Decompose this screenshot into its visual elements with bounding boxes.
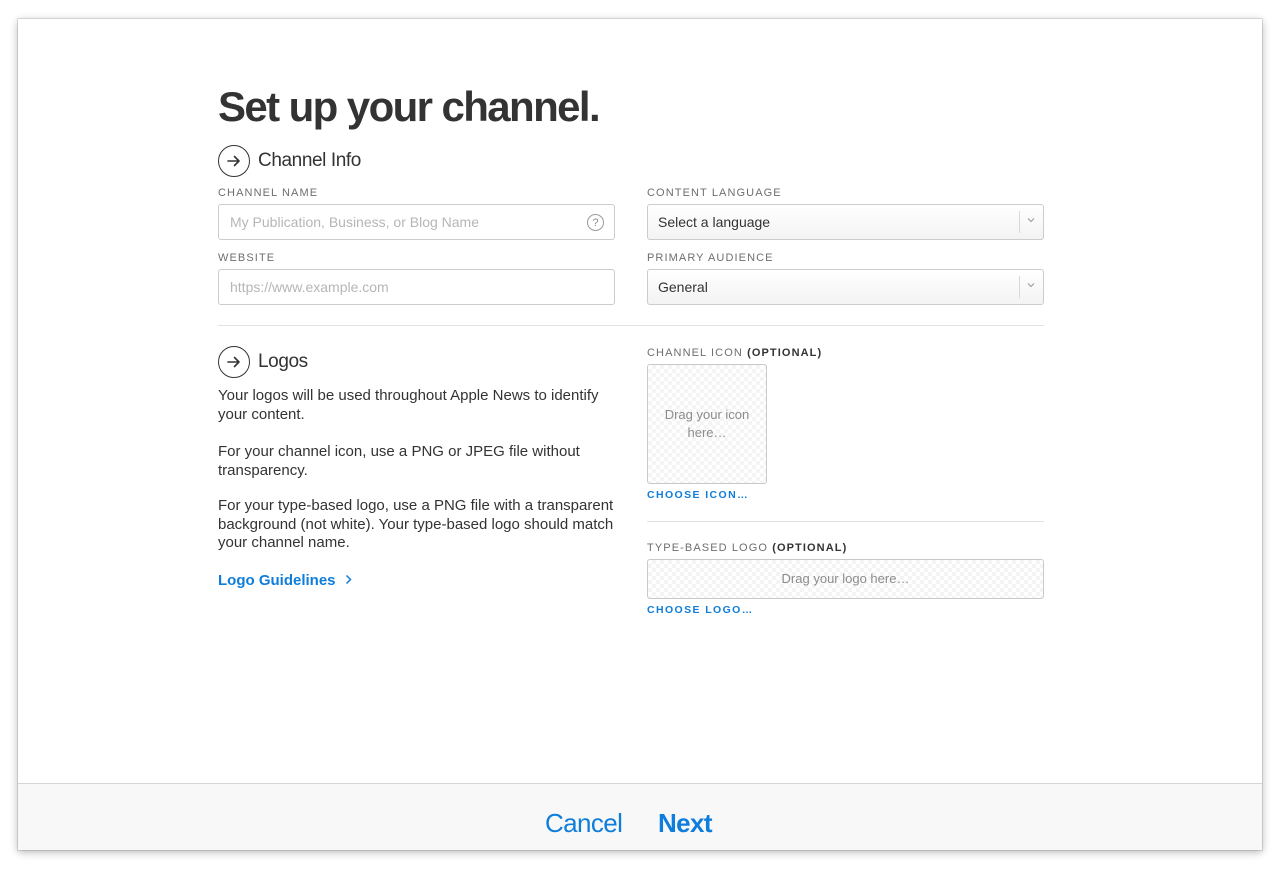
footer-bar: Cancel Next — [18, 783, 1262, 850]
logo-drop-text: Drag your logo here… — [781, 571, 910, 586]
channel-icon-label-text: CHANNEL ICON — [647, 347, 743, 359]
next-button[interactable]: Next — [658, 808, 713, 838]
type-logo-label: TYPE-BASED LOGO (OPTIONAL) — [647, 542, 847, 554]
logo-divider — [647, 521, 1044, 522]
website-field — [218, 269, 615, 305]
arrow-right-circle-icon — [218, 145, 250, 177]
type-logo-instructions: For your type-based logo, use a PNG file… — [218, 497, 614, 551]
channel-name-input[interactable] — [219, 214, 579, 230]
channel-icon-label: CHANNEL ICON (OPTIONAL) — [647, 347, 822, 359]
website-input[interactable] — [219, 279, 579, 295]
icon-dropzone[interactable]: Drag your icon here… — [647, 364, 767, 484]
content-language-value: Select a language — [658, 214, 771, 230]
cancel-button[interactable]: Cancel — [545, 808, 623, 838]
website-label: WEBSITE — [218, 252, 276, 264]
logo-guidelines-label: Logo Guidelines — [218, 572, 336, 589]
choose-logo-link[interactable]: CHOOSE LOGO… — [647, 604, 754, 616]
optional-tag: (OPTIONAL) — [747, 347, 823, 359]
select-divider — [1019, 276, 1020, 298]
select-divider — [1019, 211, 1020, 233]
channel-icon-instructions: For your channel icon, use a PNG or JPEG… — [218, 443, 580, 479]
chevron-right-icon — [345, 574, 352, 585]
type-logo-label-text: TYPE-BASED LOGO — [647, 542, 769, 554]
channel-info-title: Channel Info — [258, 150, 361, 171]
setup-dialog: Set up your channel. Channel Info CHANNE… — [18, 19, 1262, 850]
content-language-select[interactable]: Select a language — [647, 204, 1044, 240]
logo-dropzone[interactable]: Drag your logo here… — [647, 559, 1044, 599]
page-title: Set up your channel. — [218, 83, 601, 130]
optional-tag: (OPTIONAL) — [772, 542, 848, 554]
channel-name-label: CHANNEL NAME — [218, 187, 319, 199]
icon-drop-text: Drag your icon here… — [664, 407, 750, 440]
setup-content: Set up your channel. Channel Info CHANNE… — [218, 19, 1044, 783]
choose-icon-link[interactable]: CHOOSE ICON… — [647, 489, 749, 501]
logos-description: Your logos will be used throughout Apple… — [218, 387, 599, 423]
arrow-right-circle-icon — [218, 346, 250, 378]
logos-heading: Logos — [218, 346, 308, 378]
logos-title: Logos — [258, 351, 308, 372]
chevron-down-icon — [1027, 283, 1035, 288]
content-language-label: CONTENT LANGUAGE — [647, 187, 782, 199]
primary-audience-value: General — [658, 279, 708, 295]
chevron-down-icon — [1027, 218, 1035, 223]
channel-name-field: ? — [218, 204, 615, 240]
section-divider — [218, 325, 1044, 326]
primary-audience-label: PRIMARY AUDIENCE — [647, 252, 774, 264]
logo-guidelines-link[interactable]: Logo Guidelines — [218, 572, 353, 589]
primary-audience-select[interactable]: General — [647, 269, 1044, 305]
channel-info-heading: Channel Info — [218, 145, 361, 177]
help-icon[interactable]: ? — [587, 214, 604, 231]
